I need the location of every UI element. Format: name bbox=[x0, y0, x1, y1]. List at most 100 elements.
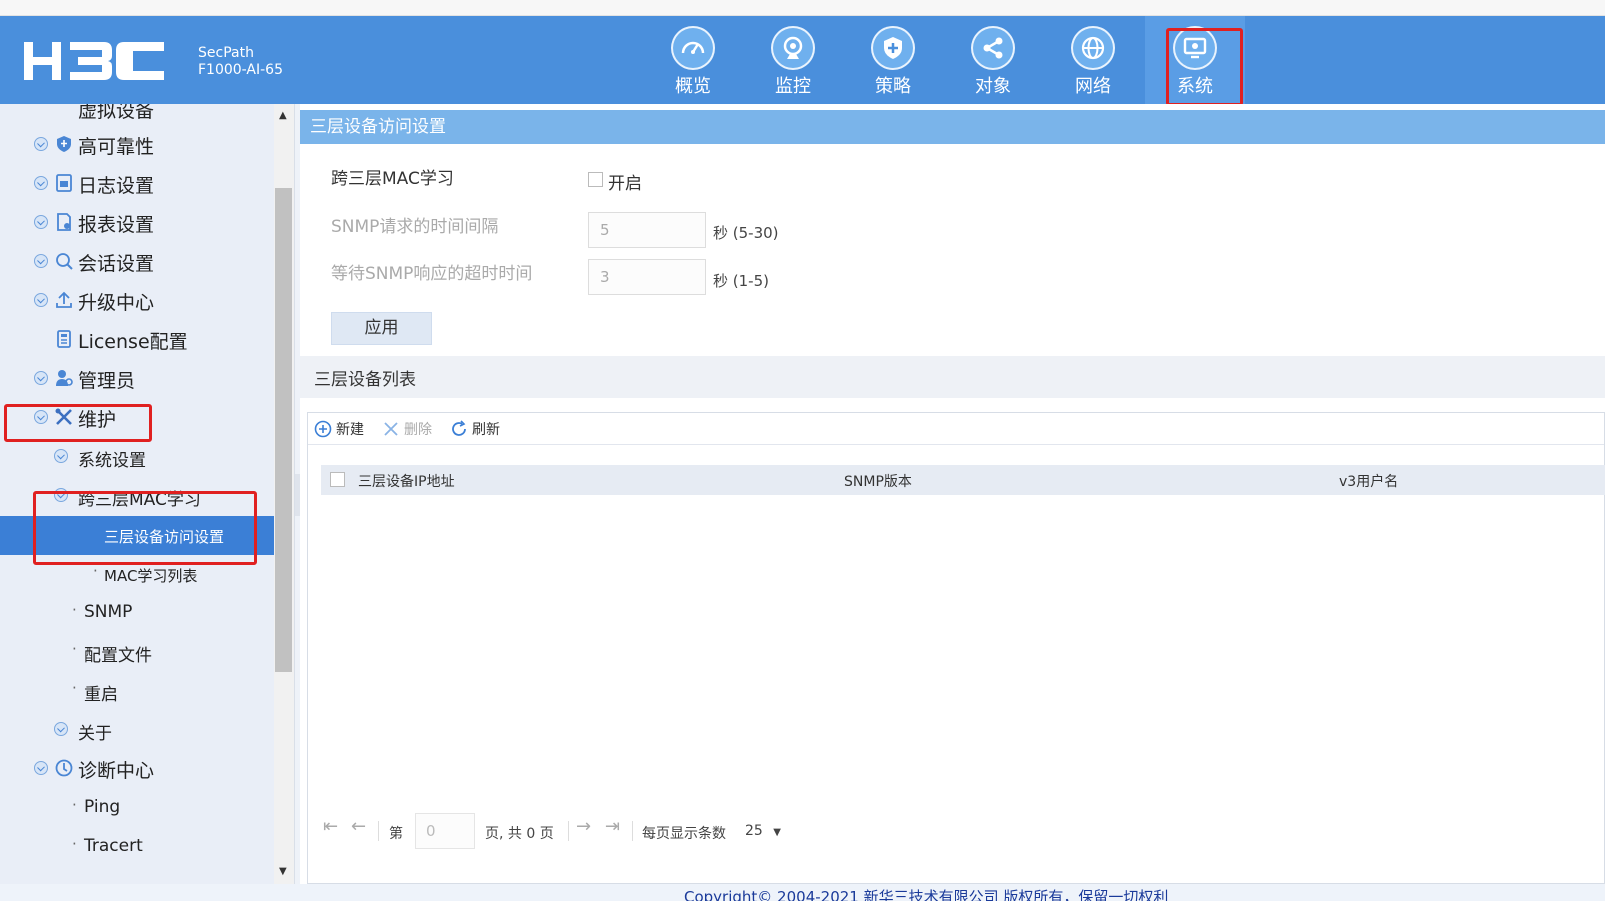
report-icon bbox=[57, 213, 71, 231]
sidebar-item-mac-learning-list[interactable]: · MAC学习列表 bbox=[0, 555, 274, 594]
sidebar-item-administrator[interactable]: 管理员 bbox=[0, 360, 274, 399]
expand-icon[interactable] bbox=[34, 137, 48, 151]
monitor-icon bbox=[771, 26, 815, 70]
sidebar-item-snmp[interactable]: · SNMP bbox=[0, 594, 274, 633]
sidebar-item-label: 升级中心 bbox=[78, 292, 155, 314]
sidebar-item-label: 系统设置 bbox=[78, 451, 146, 471]
sidebar-item-ping[interactable]: · Ping bbox=[0, 789, 274, 828]
delete-icon bbox=[384, 422, 398, 436]
expand-icon[interactable] bbox=[34, 761, 48, 775]
nav-object[interactable]: 对象 bbox=[943, 16, 1043, 104]
page-number-input[interactable]: 0 bbox=[415, 813, 475, 849]
column-v3-username[interactable]: v3用户名 bbox=[1339, 471, 1398, 491]
sidebar-item-label: 管理员 bbox=[78, 370, 136, 392]
sidebar-item-label: 诊断中心 bbox=[78, 760, 155, 782]
scrollbar-thumb[interactable] bbox=[275, 188, 292, 672]
prev-page-icon[interactable]: ← bbox=[351, 816, 366, 837]
nav-policy[interactable]: 策略 bbox=[843, 16, 943, 104]
mac-learning-checkbox[interactable] bbox=[588, 172, 603, 187]
snmp-timeout-unit: 秒 (1-5) bbox=[713, 272, 769, 290]
sidebar-item-l3-device-access[interactable]: 三层设备访问设置 bbox=[0, 516, 274, 555]
sidebar-item-label: 日志设置 bbox=[78, 175, 155, 197]
nav-system[interactable]: 系统 bbox=[1145, 16, 1245, 104]
snmp-timeout-label: 等待SNMP响应的超时时间 bbox=[331, 264, 533, 284]
list-section-header: 三层设备列表 bbox=[300, 356, 1605, 398]
nav-system-label: 系统 bbox=[1177, 76, 1213, 97]
pager-divider bbox=[378, 821, 379, 841]
select-all-checkbox[interactable] bbox=[330, 472, 345, 487]
expand-icon[interactable] bbox=[34, 371, 48, 385]
sidebar-item-high-availability[interactable]: 高可靠性 bbox=[0, 126, 274, 165]
product-name: SecPath F1000-AI-65 bbox=[198, 45, 283, 79]
sidebar-item-system-settings[interactable]: 系统设置 bbox=[0, 438, 274, 477]
nav-monitor[interactable]: 监控 bbox=[743, 16, 843, 104]
sidebar-item-upgrade-center[interactable]: 升级中心 bbox=[0, 282, 274, 321]
per-page-label: 每页显示条数 bbox=[642, 826, 726, 842]
delete-button[interactable]: 删除 bbox=[382, 419, 432, 439]
nav-overview[interactable]: 概览 bbox=[643, 16, 743, 104]
sidebar-item-label: 高可靠性 bbox=[78, 136, 155, 158]
per-page-select[interactable]: 25 ▼ bbox=[745, 823, 781, 839]
bullet-icon: · bbox=[93, 562, 98, 580]
expand-icon[interactable] bbox=[54, 722, 68, 736]
copyright-text: Copyright© 2004-2021 新华三技术有限公司 版权所有，保留一切… bbox=[684, 888, 1169, 901]
sidebar-item-config-file[interactable]: · 配置文件 bbox=[0, 633, 274, 672]
dashboard-icon bbox=[671, 26, 715, 70]
column-snmp-version[interactable]: SNMP版本 bbox=[844, 471, 912, 491]
sidebar-item-maintenance[interactable]: 维护 bbox=[0, 399, 274, 438]
nav-monitor-label: 监控 bbox=[775, 76, 811, 97]
apply-button[interactable]: 应用 bbox=[331, 312, 432, 345]
refresh-button[interactable]: 刷新 bbox=[450, 419, 500, 439]
expand-icon[interactable] bbox=[34, 215, 48, 229]
bullet-icon: · bbox=[72, 796, 77, 814]
sidebar-item-session-settings[interactable]: 会话设置 bbox=[0, 243, 274, 282]
first-page-icon[interactable]: ⇤ bbox=[323, 816, 338, 837]
refresh-button-label: 刷新 bbox=[472, 422, 500, 438]
table-header: 三层设备IP地址 SNMP版本 v3用户名 bbox=[321, 465, 1605, 495]
expand-icon[interactable] bbox=[34, 254, 48, 268]
nav-object-label: 对象 bbox=[975, 76, 1011, 97]
diagnose-icon bbox=[55, 759, 73, 777]
new-button[interactable]: 新建 bbox=[314, 419, 364, 439]
sidebar-item-cross-l3-mac[interactable]: 跨三层MAC学习 bbox=[0, 477, 274, 516]
expand-icon[interactable] bbox=[34, 176, 48, 190]
sidebar-item-tracert[interactable]: · Tracert bbox=[0, 828, 274, 867]
sidebar-item-about[interactable]: 关于 bbox=[0, 711, 274, 750]
delete-button-label: 删除 bbox=[404, 422, 432, 438]
last-page-icon[interactable]: ⇥ bbox=[605, 816, 620, 837]
expand-icon[interactable] bbox=[34, 293, 48, 307]
nav-network[interactable]: 网络 bbox=[1043, 16, 1143, 104]
scroll-down-icon[interactable]: ▼ bbox=[279, 866, 287, 877]
sidebar-item-label: SNMP bbox=[84, 602, 133, 622]
expand-icon[interactable] bbox=[54, 488, 68, 502]
pager-divider bbox=[632, 821, 633, 841]
sidebar-item-label: 三层设备访问设置 bbox=[104, 528, 225, 546]
sidebar-item-reboot[interactable]: · 重启 bbox=[0, 672, 274, 711]
column-ip-address[interactable]: 三层设备IP地址 bbox=[358, 471, 455, 491]
footer: Copyright© 2004-2021 新华三技术有限公司 版权所有，保留一切… bbox=[0, 884, 1605, 901]
snmp-interval-input[interactable]: 5 bbox=[588, 212, 706, 248]
sidebar: 虚拟设备 高可靠性 日志设置 报表设置 会话设置 升级中心 License配置 … bbox=[0, 104, 274, 884]
sidebar-item-diagnostic-center[interactable]: 诊断中心 bbox=[0, 750, 274, 789]
nav-network-label: 网络 bbox=[1075, 76, 1111, 97]
sidebar-scrollbar[interactable]: ▲ ▼ bbox=[274, 104, 294, 884]
sidebar-item-log-settings[interactable]: 日志设置 bbox=[0, 165, 274, 204]
bullet-icon: · bbox=[72, 679, 77, 697]
sidebar-item-report-settings[interactable]: 报表设置 bbox=[0, 204, 274, 243]
system-icon bbox=[1173, 26, 1217, 70]
scroll-up-icon[interactable]: ▲ bbox=[279, 110, 287, 121]
browser-bookmark-bar bbox=[0, 0, 1605, 16]
snmp-timeout-input[interactable]: 3 bbox=[588, 259, 706, 295]
expand-icon[interactable] bbox=[54, 449, 68, 463]
sidebar-item-label: 重启 bbox=[84, 685, 118, 705]
upload-icon bbox=[56, 291, 72, 308]
sidebar-item-label: 关于 bbox=[78, 724, 112, 744]
sidebar-item-license[interactable]: License配置 bbox=[0, 321, 274, 360]
sidebar-item-label: 跨三层MAC学习 bbox=[78, 490, 201, 510]
bullet-icon: · bbox=[72, 835, 77, 853]
pagination: ⇤ ← 第 0 页, 共 0 页 → ⇥ 每页显示条数 25 ▼ bbox=[308, 811, 1604, 851]
expand-icon[interactable] bbox=[34, 410, 48, 424]
bullet-icon: · bbox=[72, 601, 77, 619]
next-page-icon[interactable]: → bbox=[576, 816, 591, 837]
sidebar-item-label: 虚拟设备 bbox=[78, 104, 155, 122]
